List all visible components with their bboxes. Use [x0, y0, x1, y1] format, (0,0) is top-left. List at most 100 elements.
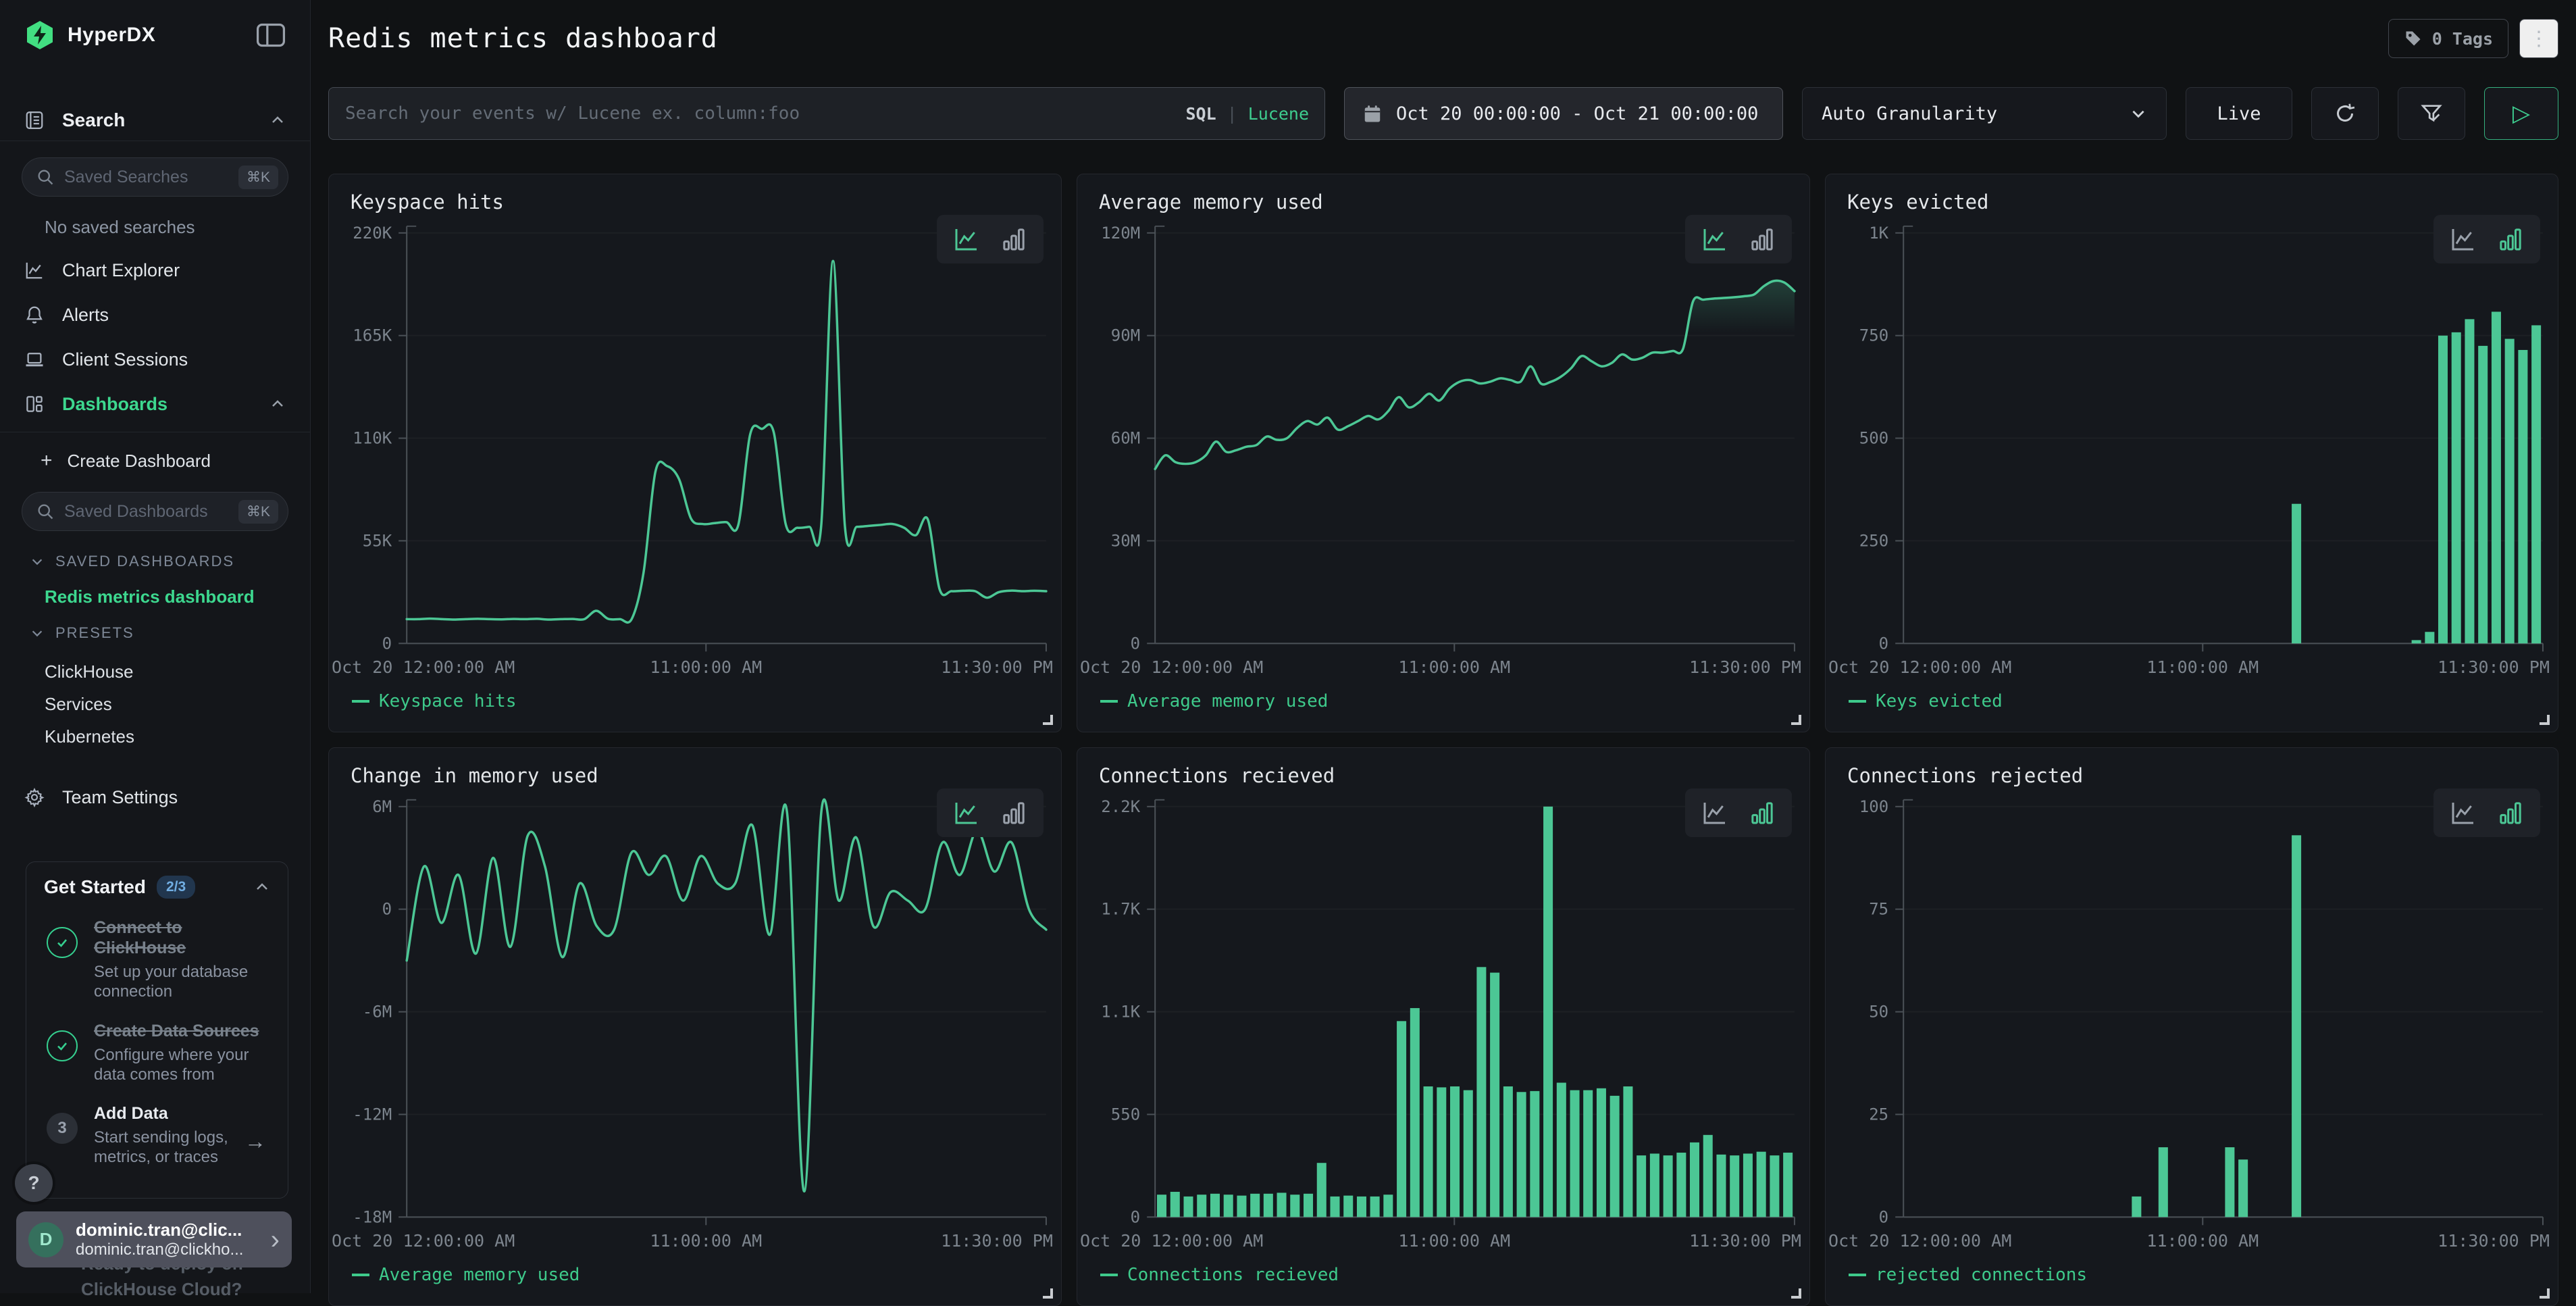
event-search-input[interactable]: [328, 87, 1325, 140]
line-chart-icon[interactable]: [1701, 226, 1728, 253]
svg-text:0: 0: [1879, 634, 1888, 653]
chart-type-toggle[interactable]: [937, 215, 1044, 263]
sidebar-item-label: Client Sessions: [62, 349, 188, 370]
get-started-item-connect[interactable]: Connect to ClickHouse Set up your databa…: [44, 918, 270, 1002]
chart-card-keyspace-hits: Keyspace hits055K110K165K220KOct 20 12:0…: [328, 174, 1062, 732]
svg-text:11:30:00 PM: 11:30:00 PM: [2438, 657, 2550, 677]
resize-handle[interactable]: [1791, 715, 1801, 725]
chart-line-icon: [24, 260, 45, 280]
line-chart-icon[interactable]: [2450, 799, 2477, 826]
arrow-right-icon[interactable]: →: [244, 1129, 266, 1154]
sidebar-item-chart-explorer[interactable]: Chart Explorer: [0, 248, 310, 293]
saved-dashboards-section[interactable]: SAVED DASHBOARDS: [30, 553, 310, 570]
svg-text:-12M: -12M: [353, 1105, 392, 1124]
bar-chart-icon[interactable]: [1000, 226, 1027, 253]
chevron-up-icon[interactable]: [254, 879, 270, 895]
chevron-up-icon[interactable]: [269, 396, 286, 412]
sql-mode-toggle[interactable]: SQL: [1185, 104, 1216, 124]
legend-label: Keys evicted: [1876, 691, 2003, 711]
svg-text:2.2K: 2.2K: [1101, 797, 1140, 816]
line-chart-icon[interactable]: [953, 226, 980, 253]
svg-text:0: 0: [382, 634, 392, 653]
svg-text:-18M: -18M: [353, 1207, 392, 1226]
chart-legend: Connections recieved: [1100, 1265, 1339, 1285]
filter-button[interactable]: [2398, 87, 2465, 140]
svg-text:11:00:00 AM: 11:00:00 AM: [650, 1231, 762, 1251]
refresh-button[interactable]: [2311, 87, 2379, 140]
legend-label: Average memory used: [379, 1265, 579, 1285]
get-started-item-data-sources[interactable]: Create Data Sources Configure where your…: [44, 1021, 270, 1085]
get-started-item-add-data[interactable]: 3 Add Data Start sending logs, metrics, …: [44, 1103, 270, 1167]
svg-text:-6M: -6M: [363, 1003, 392, 1022]
legend-swatch: [1100, 700, 1118, 703]
task-subtitle: Configure where your data comes from: [94, 1045, 270, 1085]
event-search: SQL | Lucene: [328, 87, 1325, 140]
chart-type-toggle[interactable]: [2433, 788, 2540, 837]
user-menu[interactable]: D dominic.tran@clic... dominic.tran@clic…: [16, 1211, 292, 1267]
svg-text:75: 75: [1869, 900, 1888, 919]
main-content: Redis metrics dashboard 0 Tags ⋮ SQL | L…: [311, 0, 2576, 1293]
legend-swatch: [1849, 700, 1866, 703]
line-chart-icon[interactable]: [2450, 226, 2477, 253]
task-title: Create Data Sources: [94, 1022, 259, 1040]
lucene-mode-toggle[interactable]: Lucene: [1248, 104, 1309, 124]
sidebar-item-search[interactable]: Search: [0, 100, 310, 141]
svg-text:60M: 60M: [1111, 429, 1140, 448]
chart-title: Average memory used: [1099, 191, 1323, 214]
sidebar-item-redis-dashboard[interactable]: Redis metrics dashboard: [45, 586, 310, 607]
resize-handle[interactable]: [2540, 715, 2550, 725]
kebab-icon: ⋮: [2529, 27, 2549, 51]
line-chart-icon[interactable]: [1701, 799, 1728, 826]
resize-handle[interactable]: [1791, 1288, 1801, 1299]
live-button[interactable]: Live: [2186, 87, 2292, 140]
tags-button[interactable]: 0 Tags: [2388, 19, 2508, 58]
search-icon: [36, 502, 55, 521]
mode-divider: |: [1227, 104, 1237, 124]
sidebar-item-client-sessions[interactable]: Client Sessions: [0, 337, 310, 382]
team-settings-label: Team Settings: [62, 787, 178, 808]
sidebar-item-kubernetes[interactable]: Kubernetes: [0, 720, 310, 753]
sidebar-item-team-settings[interactable]: Team Settings: [0, 777, 310, 818]
sidebar-item-alerts[interactable]: Alerts: [0, 293, 310, 337]
saved-dashboards-search[interactable]: ⌘K: [22, 492, 288, 531]
svg-text:0: 0: [1879, 1207, 1888, 1226]
create-dashboard-button[interactable]: + Create Dashboard: [0, 442, 310, 480]
collapse-sidebar-icon[interactable]: [256, 22, 286, 49]
bar-chart-icon[interactable]: [1749, 226, 1776, 253]
svg-text:500: 500: [1859, 429, 1888, 448]
resize-handle[interactable]: [1043, 715, 1053, 725]
date-range-picker[interactable]: Oct 20 00:00:00 - Oct 21 00:00:00: [1344, 87, 1783, 140]
check-circle-icon: [47, 1030, 78, 1061]
refresh-icon: [2333, 101, 2357, 126]
help-button[interactable]: ?: [15, 1164, 53, 1202]
bar-chart-icon[interactable]: [2497, 226, 2524, 253]
chart-type-toggle[interactable]: [1685, 788, 1792, 837]
sidebar-item-services[interactable]: Services: [0, 688, 310, 720]
saved-searches-search[interactable]: ⌘K: [22, 157, 288, 197]
bar-chart-icon[interactable]: [1749, 799, 1776, 826]
presets-section[interactable]: PRESETS: [30, 624, 310, 642]
bar-chart-icon[interactable]: [1000, 799, 1027, 826]
saved-dashboards-input[interactable]: [64, 502, 238, 522]
chart-type-toggle[interactable]: [2433, 215, 2540, 263]
task-subtitle: Start sending logs, metrics, or traces: [94, 1128, 270, 1167]
saved-searches-input[interactable]: [64, 168, 238, 187]
sidebar-item-dashboards[interactable]: Dashboards: [0, 382, 310, 426]
sidebar-item-clickhouse[interactable]: ClickHouse: [0, 655, 310, 688]
granularity-select[interactable]: Auto Granularity: [1802, 87, 2167, 140]
line-chart-icon[interactable]: [953, 799, 980, 826]
journal-icon: [24, 110, 45, 130]
chevron-down-icon: [30, 554, 45, 569]
chevron-up-icon[interactable]: [269, 112, 286, 128]
svg-text:25: 25: [1869, 1105, 1888, 1124]
svg-text:6M: 6M: [372, 797, 392, 816]
chart-type-toggle[interactable]: [937, 788, 1044, 837]
svg-text:Oct 20 12:00:00 AM: Oct 20 12:00:00 AM: [1080, 657, 1263, 677]
chart-type-toggle[interactable]: [1685, 215, 1792, 263]
more-options-button[interactable]: ⋮: [2519, 19, 2558, 58]
task-title: Add Data: [94, 1104, 168, 1123]
run-query-button[interactable]: ▷: [2484, 87, 2558, 140]
resize-handle[interactable]: [1043, 1288, 1053, 1299]
resize-handle[interactable]: [2540, 1288, 2550, 1299]
bar-chart-icon[interactable]: [2497, 799, 2524, 826]
